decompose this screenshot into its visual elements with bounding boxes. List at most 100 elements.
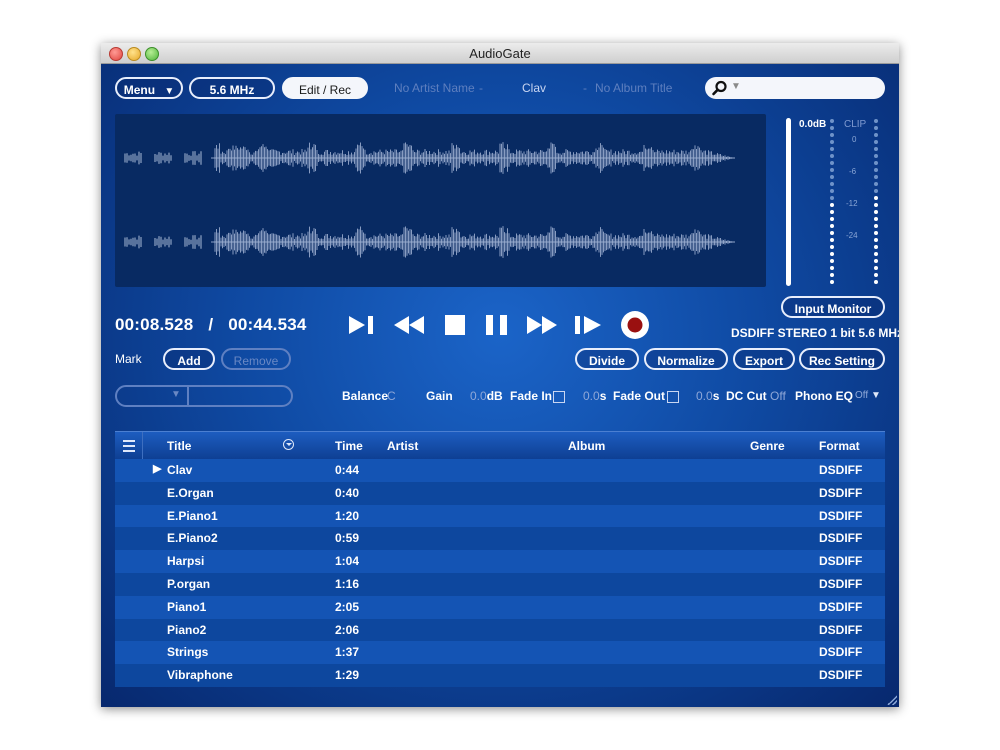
row-time: 0:59 [335,531,360,546]
meter-segment [830,161,834,165]
album-title[interactable]: No Album Title [595,81,672,95]
remove-mark-button[interactable]: Remove [221,348,291,370]
dc-cut-label: DC Cut [726,389,767,403]
meter-segment [830,203,834,207]
time-display: 00:08.528 / 00:44.534 [115,315,307,335]
table-row[interactable]: Piano1 2:05 DSDIFF [115,595,885,619]
phono-eq-value: Off [855,390,869,401]
dc-cut-value[interactable]: Off [770,389,786,403]
row-title: Strings [167,645,209,660]
track-name[interactable]: Clav [522,81,546,95]
meter-segment [830,210,834,214]
gain-readout[interactable]: 0.0dB [470,389,503,403]
meter-segment [874,203,878,207]
meter-segment [874,126,878,130]
meter-segment [830,238,834,242]
meter-segment [874,119,878,123]
rewind-icon[interactable] [393,314,425,336]
sample-rate-button[interactable]: 5.6 MHz [189,77,275,99]
mark-label: Mark [115,352,142,366]
edit-rec-button[interactable]: Edit / Rec [282,77,368,99]
balance-value[interactable]: C [387,389,396,403]
mark-selector[interactable]: ▼ [115,385,293,407]
window-title: AudioGate [469,46,531,61]
meter-segment [830,224,834,228]
table-row[interactable]: E.Piano1 1:20 DSDIFF [115,504,885,528]
meter-segment [874,140,878,144]
fade-in-readout[interactable]: 0.0s [583,389,606,403]
row-format: DSDIFF [819,531,863,546]
gain-value: 0.0 [470,389,487,403]
row-time: 1:29 [335,668,360,683]
meter-segment [830,273,834,277]
meter-scale-0: 0 [852,135,857,144]
fade-out-unit: s [712,389,720,403]
meter-segment [874,161,878,165]
fade-out-checkbox[interactable] [667,391,679,403]
fade-out-label: Fade Out [613,389,666,403]
table-row[interactable]: P.organ 1:16 DSDIFF [115,572,885,596]
meter-segment [830,196,834,200]
column-title[interactable]: Title [167,439,191,453]
chevron-down-icon: ▼ [164,86,175,97]
meter-segment [830,182,834,186]
sort-order-icon[interactable] [283,439,294,450]
artist-separator: - [479,81,483,95]
fast-forward-icon[interactable] [526,314,558,336]
divide-button[interactable]: Divide [575,348,639,370]
phono-eq-selector[interactable]: Off ▼ [855,390,881,401]
row-time: 1:37 [335,645,360,660]
table-row[interactable]: E.Piano2 0:59 DSDIFF [115,527,885,551]
table-row[interactable]: ▶ Clav 0:44 DSDIFF [115,459,885,482]
rec-setting-button[interactable]: Rec Setting [799,348,885,370]
export-button[interactable]: Export [733,348,795,370]
meter-segment [874,245,878,249]
meter-segment [874,147,878,151]
meter-segment [874,217,878,221]
fade-in-checkbox[interactable] [553,391,565,403]
column-format[interactable]: Format [819,439,860,453]
input-monitor-button[interactable]: Input Monitor [781,296,885,318]
skip-to-end-icon[interactable] [573,314,603,336]
column-time[interactable]: Time [335,439,363,453]
row-title: E.Piano1 [167,508,218,523]
table-row[interactable]: E.Organ 0:40 DSDIFF [115,481,885,505]
table-row[interactable]: Strings 1:37 DSDIFF [115,641,885,665]
table-row[interactable]: Vibraphone 1:29 DSDIFF [115,664,885,687]
menu-button[interactable]: Menu ▼ [115,77,183,99]
row-format: DSDIFF [819,485,863,500]
table-row[interactable]: Piano2 2:06 DSDIFF [115,618,885,642]
pause-icon[interactable] [485,314,509,336]
meter-segment [874,182,878,186]
normalize-button[interactable]: Normalize [644,348,728,370]
column-genre[interactable]: Genre [750,439,785,453]
search-options-icon[interactable]: ▼ [731,81,741,92]
gain-label: Gain [426,389,453,403]
list-menu-icon[interactable] [115,432,143,459]
meter-segment [874,238,878,242]
table-row[interactable]: Harpsi 1:04 DSDIFF [115,550,885,573]
column-album[interactable]: Album [568,439,605,453]
meter-scale-24: -24 [846,231,858,240]
chevron-down-icon: ▼ [171,389,181,400]
artist-name[interactable]: No Artist Name [394,81,475,95]
title-bar[interactable]: AudioGate [101,43,899,64]
resize-grip-icon[interactable] [887,695,897,705]
skip-to-start-icon[interactable] [347,314,377,336]
meter-segment [830,168,834,172]
row-time: 2:06 [335,622,360,637]
meter-segment [830,217,834,221]
row-time: 0:40 [335,485,360,500]
column-artist[interactable]: Artist [387,439,418,453]
waveform-display[interactable] [115,114,766,287]
add-mark-button[interactable]: Add [163,348,215,370]
fade-out-readout[interactable]: 0.0s [696,389,719,403]
record-icon[interactable] [620,310,650,340]
meter-left-channel [830,119,835,287]
meter-segment [874,189,878,193]
balance-label: Balance [342,389,389,403]
search-field[interactable]: ▼ [705,77,885,99]
waveform-right-channel [124,226,735,258]
meter-segment [874,280,878,284]
stop-icon[interactable] [444,314,466,336]
